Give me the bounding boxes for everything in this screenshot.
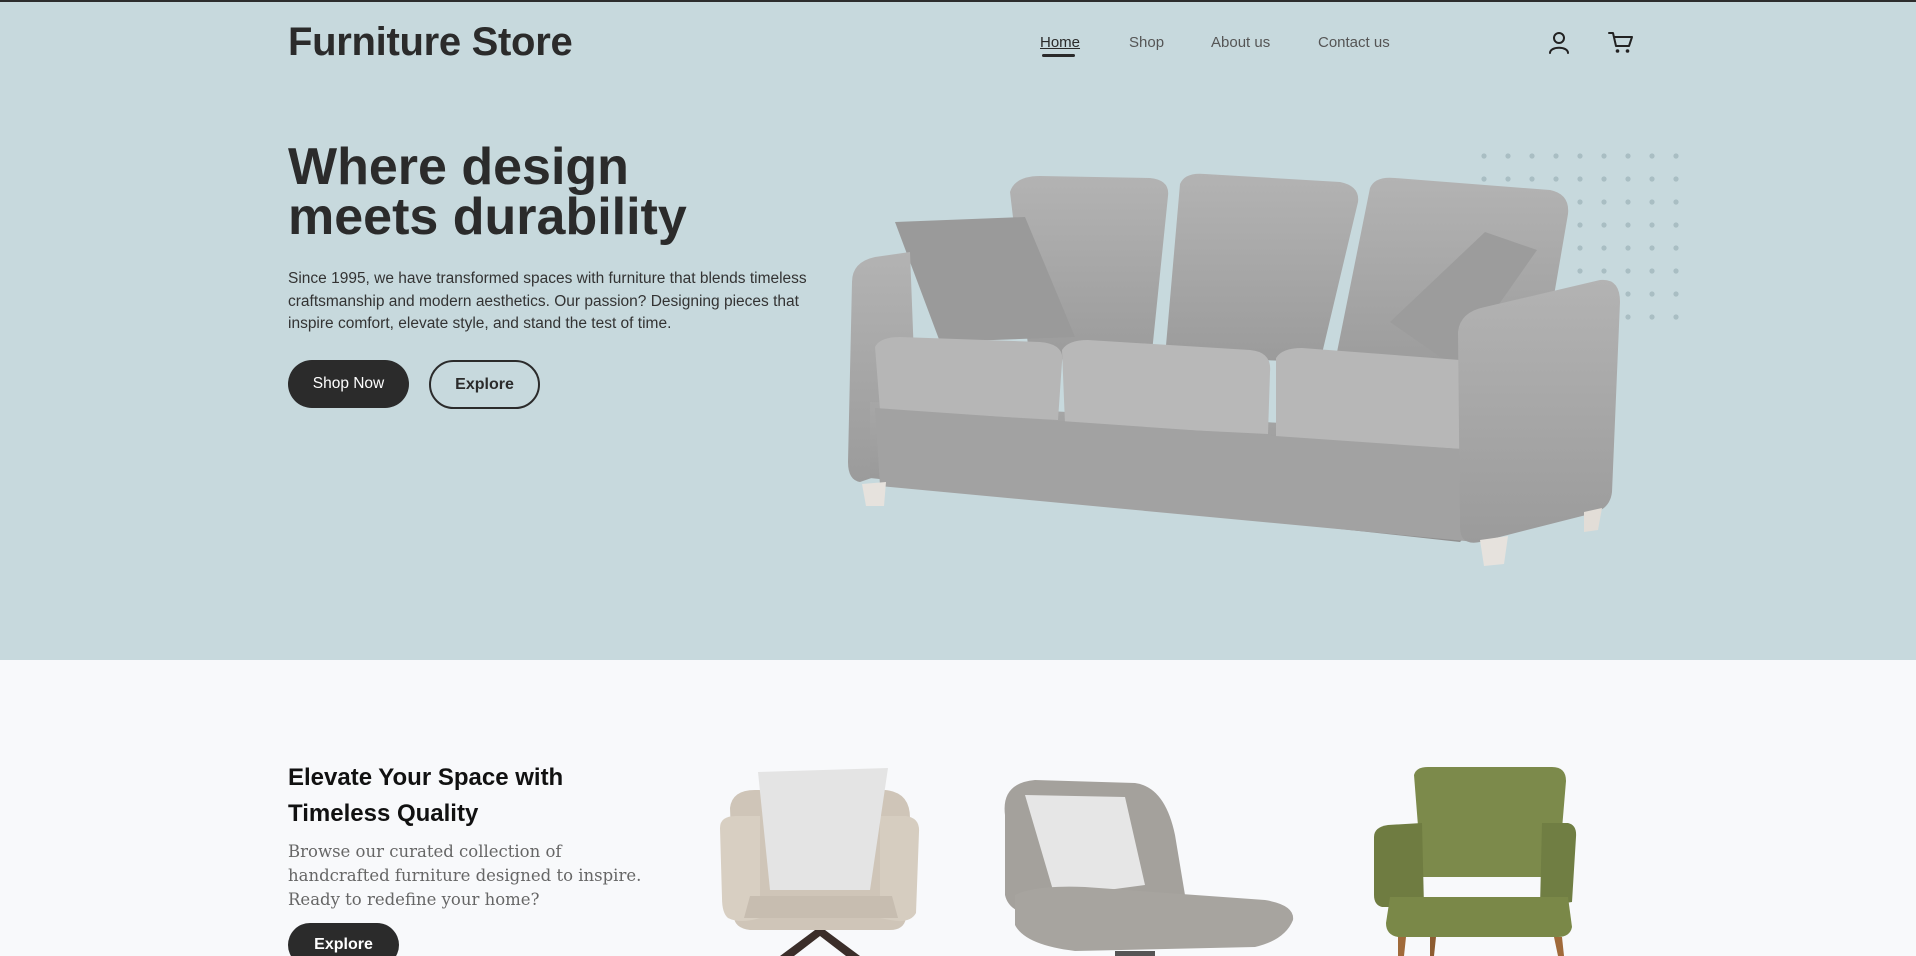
decorative-dot <box>1625 291 1631 297</box>
decorative-dot <box>1625 245 1631 251</box>
shop-now-button[interactable]: Shop Now <box>288 360 409 408</box>
collection-explore-button[interactable]: Explore <box>288 923 399 956</box>
decorative-dot <box>1625 199 1631 205</box>
decorative-dot <box>1673 199 1679 205</box>
active-indicator <box>1042 54 1075 57</box>
decorative-dot <box>1649 268 1655 274</box>
decorative-dot <box>1673 245 1679 251</box>
nav-item-about-us[interactable]: About us <box>1211 34 1270 51</box>
decorative-dot <box>1649 176 1655 182</box>
explore-button[interactable]: Explore <box>429 360 540 409</box>
decorative-dot <box>1625 268 1631 274</box>
decorative-dot <box>1529 153 1535 159</box>
decorative-dot <box>1673 176 1679 182</box>
decorative-dot <box>1673 222 1679 228</box>
decorative-dot <box>1625 176 1631 182</box>
decorative-dot <box>1481 153 1487 159</box>
decorative-dot <box>1625 314 1631 320</box>
decorative-dot <box>1649 314 1655 320</box>
headline-line-1: Where design <box>288 138 629 196</box>
decorative-dot <box>1505 153 1511 159</box>
decorative-dot <box>1601 153 1607 159</box>
decorative-dot <box>1649 153 1655 159</box>
collection-title-line-1: Elevate Your Space with <box>288 764 564 791</box>
brand-logo[interactable]: Furniture Store <box>288 20 573 65</box>
decorative-dot <box>1673 153 1679 159</box>
decorative-dot <box>1625 153 1631 159</box>
account-button[interactable] <box>1544 28 1574 58</box>
nav-item-contact-us[interactable]: Contact us <box>1318 34 1390 51</box>
decorative-dot <box>1625 222 1631 228</box>
cart-icon <box>1608 32 1633 53</box>
hero-description: Since 1995, we have transformed spaces w… <box>288 270 807 332</box>
green-armchair-image[interactable] <box>1372 767 1577 956</box>
nav-item-label: Home <box>1040 34 1081 51</box>
decorative-dot <box>1577 153 1583 159</box>
grey-lounge-chair-image[interactable] <box>995 775 1295 956</box>
hero-headline: Where design meets durability <box>288 138 808 246</box>
cart-button[interactable] <box>1606 28 1636 58</box>
collection-title: Elevate Your Space with Timeless Quality <box>288 760 608 832</box>
headline-line-2: meets durability <box>288 188 687 246</box>
sofa-image <box>848 173 1620 566</box>
beige-armchair-image[interactable] <box>720 768 920 956</box>
decorative-dot <box>1673 291 1679 297</box>
decorative-dot <box>1649 245 1655 251</box>
decorative-dot <box>1649 199 1655 205</box>
decorative-dot <box>1649 222 1655 228</box>
collection-title-line-2: Timeless Quality <box>288 800 479 827</box>
collection-description: Browse our curated collection of handcra… <box>288 842 642 909</box>
user-icon <box>1549 32 1569 54</box>
nav-item-shop[interactable]: Shop <box>1129 34 1164 51</box>
decorative-dot <box>1673 268 1679 274</box>
hero-section: Furniture Store Home Shop About us Conta… <box>0 2 1916 660</box>
nav-item-home[interactable]: Home <box>1040 34 1081 57</box>
decorative-dot <box>1553 153 1559 159</box>
decorative-dot <box>1673 314 1679 320</box>
decorative-dot <box>1649 291 1655 297</box>
